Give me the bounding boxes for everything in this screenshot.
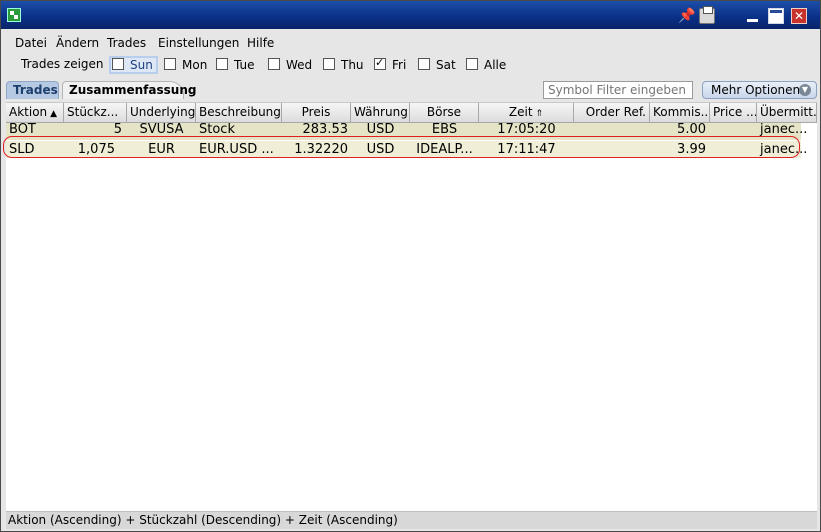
day-checkbox-mon[interactable]: Mon — [164, 58, 207, 72]
column-header-price[interactable]: Price ... — [710, 103, 757, 122]
printer-icon[interactable] — [699, 6, 715, 24]
day-checkbox-fri[interactable]: Fri — [374, 56, 406, 72]
menu-datei[interactable]: Datei — [15, 36, 47, 50]
title-bar[interactable]: 📌 ✕ — [1, 1, 820, 29]
day-checkbox-sat[interactable]: Sat — [418, 58, 456, 72]
menu-aendern[interactable]: Ändern — [56, 36, 99, 50]
more-options-button[interactable]: Mehr Optionen ▼ — [702, 81, 817, 99]
minimize-icon[interactable] — [745, 8, 761, 24]
column-header-underlying[interactable]: Underlying — [127, 103, 196, 122]
column-header-aktion[interactable]: Aktion ▲ — [6, 103, 64, 122]
day-checkbox-wed[interactable]: Wed — [268, 58, 312, 72]
column-header-uebermittler[interactable]: Übermitt... — [757, 103, 817, 122]
column-header-order-ref[interactable]: Order Ref. — [574, 103, 650, 122]
trades-zeigen-label: Trades zeigen — [21, 57, 104, 71]
column-header-kommission[interactable]: Kommis... — [650, 103, 710, 122]
sort-ascending-icon: ▲ — [50, 109, 58, 119]
pin-icon[interactable]: 📌 — [678, 8, 695, 24]
trades-window: 📌 ✕ Datei Ändern Trades Einstellungen Hi… — [0, 0, 821, 532]
tab-trades[interactable]: Trades — [6, 81, 59, 99]
column-header-waehrung[interactable]: Währung — [351, 103, 410, 122]
column-header-stueckzahl[interactable]: Stückz... — [64, 103, 127, 122]
maximize-icon[interactable] — [768, 8, 784, 24]
column-header-boerse[interactable]: Börse — [410, 103, 479, 122]
tab-zusammenfassung[interactable]: Zusammenfassung — [62, 81, 196, 99]
day-checkbox-tue[interactable]: Tue — [216, 58, 255, 72]
app-icon — [7, 8, 21, 22]
trades-table: Aktion ▲ Stückz... Underlying Beschreibun… — [6, 102, 817, 511]
sort-status-bar: Aktion (Ascending) + Stückzahl (Descendi… — [6, 511, 817, 529]
more-options-label: Mehr Optionen — [711, 83, 801, 97]
column-header-beschreibung[interactable]: Beschreibung — [196, 103, 282, 122]
column-header-preis[interactable]: Preis — [282, 103, 351, 122]
day-filter-bar: Trades zeigen Sun Mon Tue Wed Thu Fri Sa… — [1, 56, 820, 74]
menu-hilfe[interactable]: Hilfe — [247, 36, 274, 50]
day-checkbox-alle[interactable]: Alle — [466, 58, 506, 72]
close-icon[interactable]: ✕ — [791, 8, 807, 24]
menu-einstellungen[interactable]: Einstellungen — [158, 36, 239, 50]
table-header: Aktion ▲ Stückz... Underlying Beschreibun… — [6, 103, 817, 123]
column-header-zeit[interactable]: Zeit ⇑ — [479, 103, 574, 122]
day-checkbox-thu[interactable]: Thu — [323, 58, 364, 72]
day-checkbox-sun[interactable]: Sun — [109, 56, 158, 74]
menu-trades[interactable]: Trades — [107, 36, 146, 50]
selected-row-highlight — [3, 136, 800, 158]
symbol-filter-input[interactable] — [543, 81, 693, 99]
chevron-down-icon: ▼ — [799, 84, 811, 96]
sort-ascending-icon: ⇑ — [535, 109, 544, 119]
